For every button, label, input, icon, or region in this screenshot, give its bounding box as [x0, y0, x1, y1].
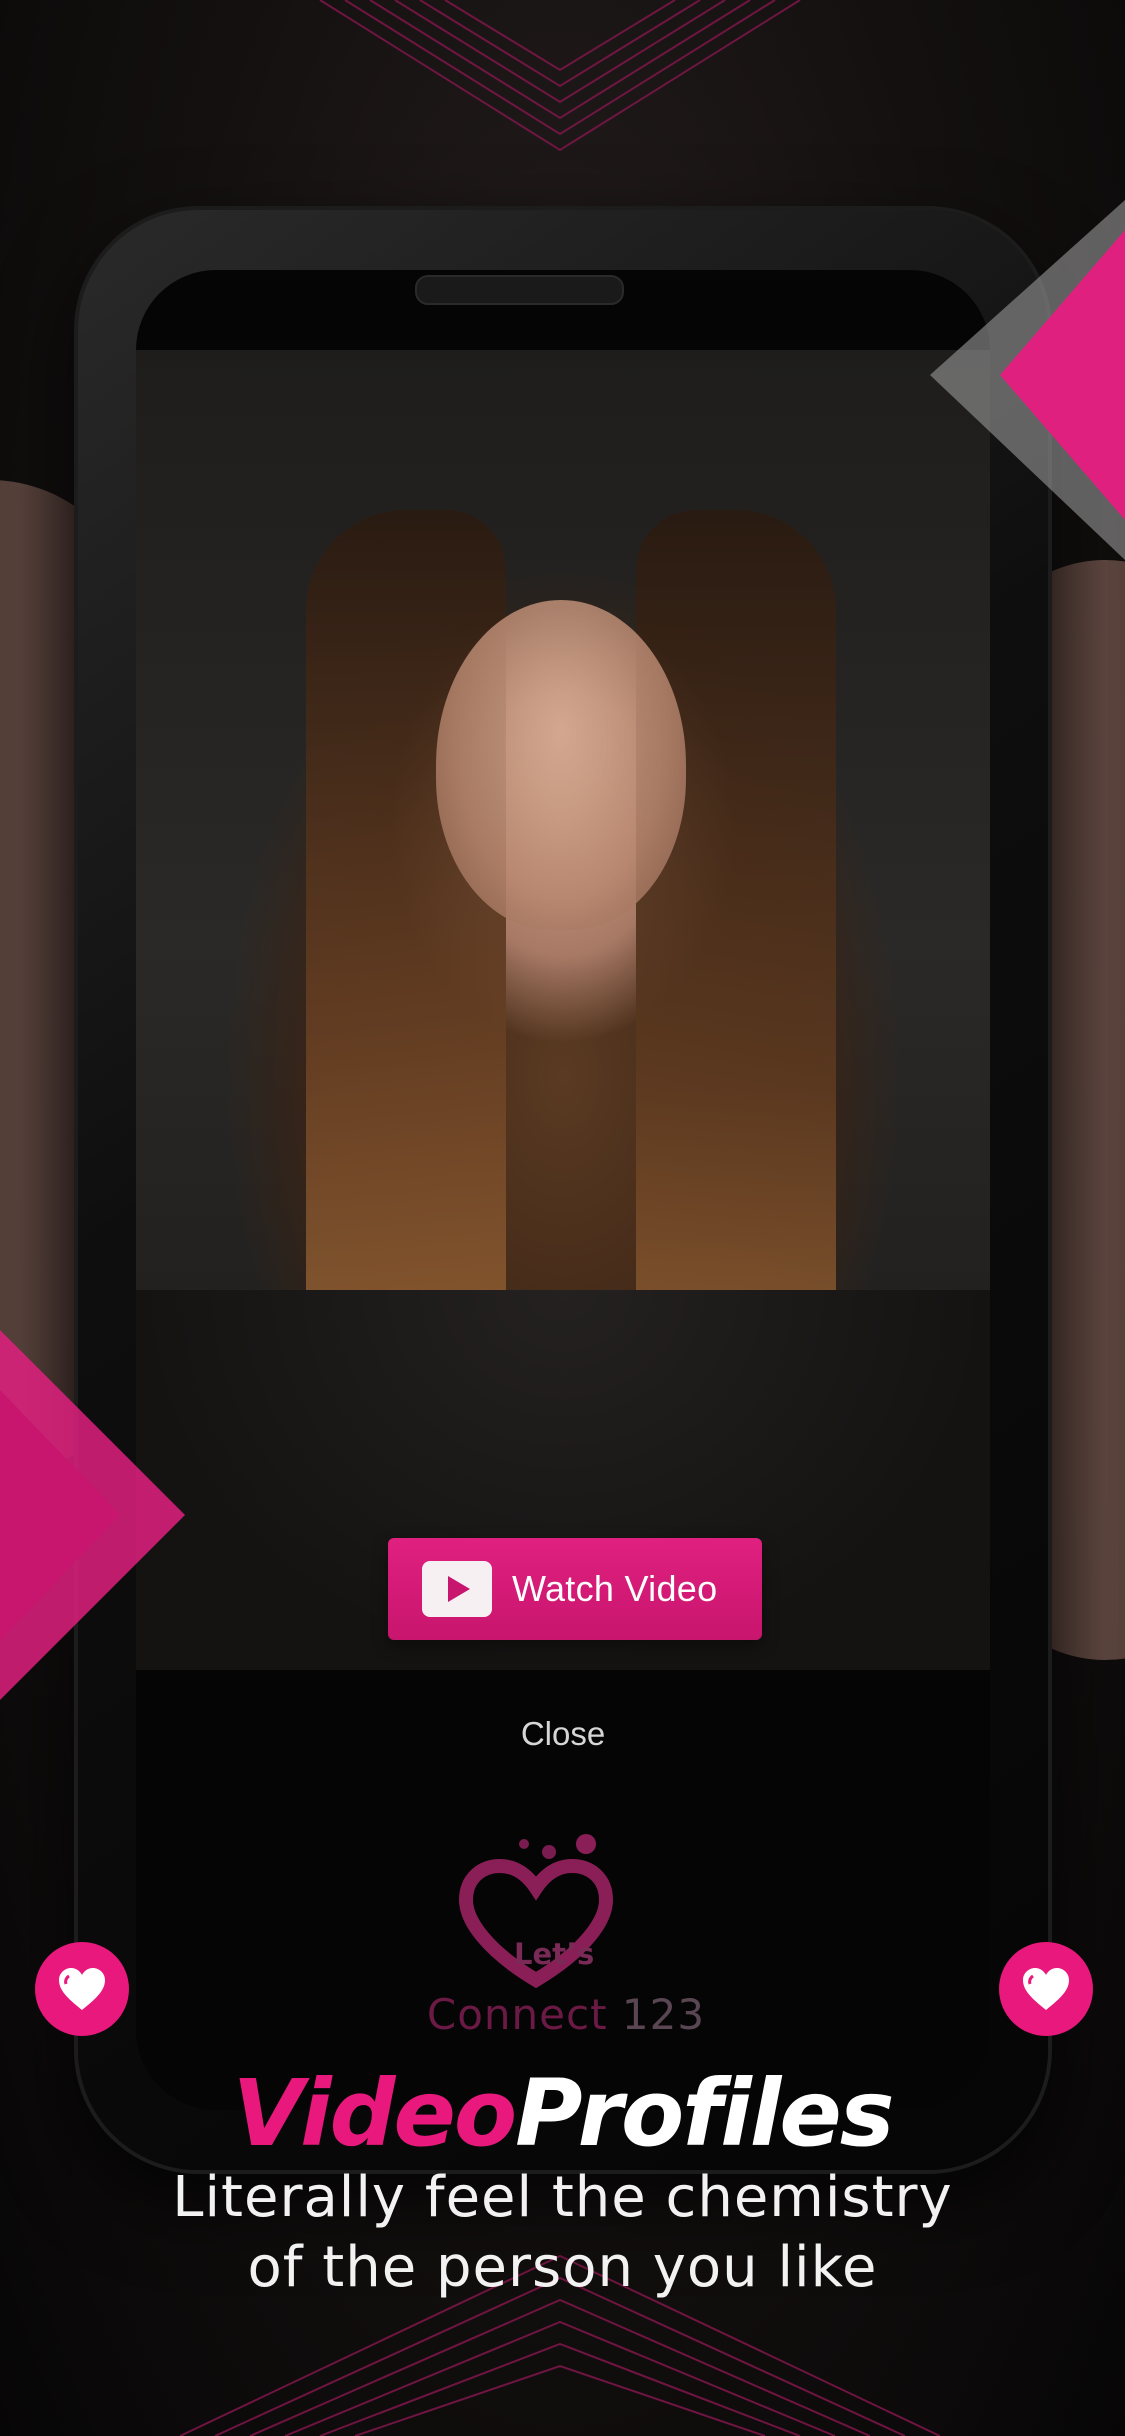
logo-brand-text: Connect 123	[406, 1990, 726, 2039]
watch-video-button[interactable]: Watch Video	[388, 1538, 762, 1640]
right-heart-button[interactable]	[999, 1942, 1093, 2036]
subline-2: of the person you like	[247, 2235, 878, 2300]
close-button[interactable]: Close	[136, 1715, 990, 1753]
logo-brand-name: Connect	[426, 1990, 608, 2039]
phone-speaker	[415, 275, 624, 305]
headline-accent: Video	[232, 2060, 517, 2167]
app-logo: Let’s Connect 123	[406, 1830, 726, 2070]
heart-icon	[59, 1968, 105, 2010]
photo-face	[436, 600, 686, 930]
left-heart-button[interactable]	[35, 1942, 129, 2036]
subline-1: Literally feel the chemistry	[172, 2165, 953, 2230]
play-icon	[422, 1561, 492, 1617]
logo-brand-number: 123	[621, 1990, 706, 2039]
phone-screen: Watch Video Close Let’s Connect 123	[136, 270, 990, 2110]
feature-headline: VideoProfiles	[0, 2060, 1125, 2167]
watch-video-label: Watch Video	[512, 1568, 718, 1609]
promo-screen: Watch Video Close Let’s Connect 123 Vide…	[0, 0, 1125, 2436]
heart-logo-icon	[458, 1834, 614, 1989]
phone-frame: Watch Video Close Let’s Connect 123	[78, 210, 1048, 2170]
heart-icon	[1023, 1968, 1069, 2010]
right-triangle-decoration	[930, 200, 1125, 560]
logo-lets-text: Let’s	[514, 1937, 595, 1971]
headline-main: Profiles	[515, 2060, 894, 2167]
profile-photo	[136, 350, 990, 1670]
top-pattern-decoration	[319, 0, 801, 152]
left-triangle-decoration	[0, 1330, 185, 1700]
